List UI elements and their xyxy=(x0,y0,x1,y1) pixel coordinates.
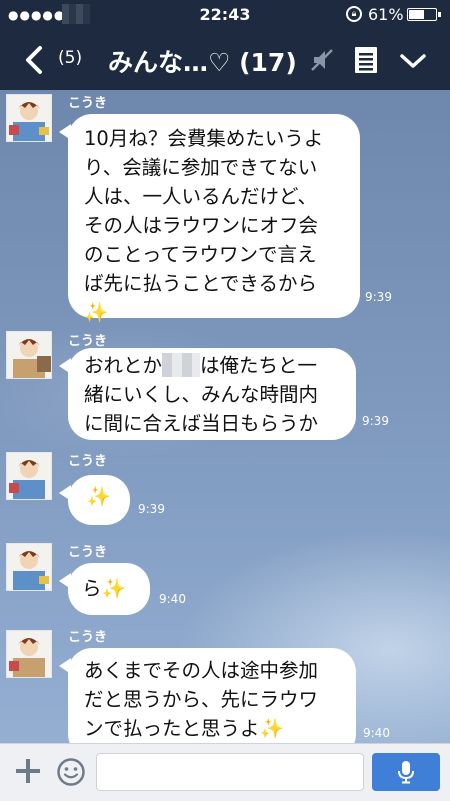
message-time: 9:39 xyxy=(138,502,165,516)
avatar[interactable] xyxy=(6,543,52,591)
back-chevron-icon xyxy=(26,46,42,74)
avatar-image xyxy=(7,332,51,378)
chat-header: (5) みんな…♡ (17) xyxy=(0,30,450,90)
message-bubble[interactable]: ✨ xyxy=(59,475,130,525)
unread-count[interactable]: (5) xyxy=(58,48,82,68)
mute-icon[interactable] xyxy=(308,46,336,74)
back-button[interactable] xyxy=(18,42,54,78)
message-line: 10月ね？会費集めたいうよ xyxy=(84,127,324,150)
battery-icon xyxy=(407,8,441,21)
avatar[interactable] xyxy=(6,94,52,142)
sender-name: こうき xyxy=(68,96,108,111)
battery-percent: 61% xyxy=(368,5,404,24)
message-line: ンで払ったと思うよ✨ xyxy=(84,717,284,740)
sender-name: こうき xyxy=(68,334,108,349)
voice-button[interactable] xyxy=(372,753,440,791)
message-line: あくまでその人は途中参加 xyxy=(84,659,319,682)
message-line: に間に合えば当日もらうか xyxy=(84,412,319,435)
notes-icon[interactable] xyxy=(354,46,378,74)
chevron-down-icon[interactable] xyxy=(399,52,427,70)
message-line: り、会議に参加できてない xyxy=(84,156,318,179)
avatar-image xyxy=(7,453,51,499)
message-line: 人は、一人いるんだけど、 xyxy=(84,185,318,208)
input-bar xyxy=(0,743,450,801)
message-line: ら✨ xyxy=(82,577,126,600)
message-input[interactable] xyxy=(96,753,364,791)
message-bubble[interactable]: ら✨ xyxy=(59,563,150,615)
avatar[interactable] xyxy=(6,331,52,379)
message-time: 9:39 xyxy=(365,290,392,304)
redacted-name xyxy=(162,353,201,377)
message-line: だと思うから、先にラウワ xyxy=(84,688,319,711)
avatar[interactable] xyxy=(6,630,52,678)
sender-name: こうき xyxy=(68,454,108,469)
message-time: 9:40 xyxy=(159,592,186,606)
plus-icon[interactable] xyxy=(14,757,42,785)
message-line: のことってラウワンで言え xyxy=(84,243,317,266)
sender-name: こうき xyxy=(68,545,108,560)
avatar-image xyxy=(7,631,51,677)
sparkle-emoji: ✨ xyxy=(84,301,109,324)
message-line: 緒にいくし、みんな時間内 xyxy=(84,383,319,406)
avatar-image xyxy=(7,95,51,141)
message-bubble[interactable]: 10月ね？会費集めたいうよ り、会議に参加できてない 人は、一人いるんだけど、 … xyxy=(59,114,360,324)
chat-title: みんな…♡ (17) xyxy=(108,48,297,77)
message-line: ば先に払うことできるから xyxy=(84,272,318,295)
rotation-lock-icon: 🔒︎ xyxy=(346,6,362,22)
message-time: 9:39 xyxy=(362,414,389,428)
sparkle-emoji: ✨ xyxy=(86,485,112,508)
avatar-image xyxy=(7,544,51,590)
avatar[interactable] xyxy=(6,452,52,500)
message-bubble[interactable]: おれとか は俺たちと一 緒にいくし、みんな時間内 に間に合えば当日もらうか xyxy=(59,348,356,440)
message-list[interactable]: こうき 10月ね？会費集めたいうよ り、会議に参加できてない 人は、一人いるんだ… xyxy=(0,90,450,743)
microphone-icon xyxy=(398,761,414,784)
message-line: おれとか は俺たちと一 xyxy=(84,351,340,380)
message-text: は俺たちと一 xyxy=(200,354,318,377)
message-bubble[interactable]: あくまでその人は途中参加 だと思うから、先にラウワ ンで払ったと思うよ✨ xyxy=(59,648,356,743)
message-line: その人はラウワンにオフ会 xyxy=(84,214,319,237)
status-bar: ●●●●● 22:43 🔒︎ 61% xyxy=(0,0,450,30)
emoji-icon[interactable] xyxy=(56,757,86,787)
message-text: おれとか xyxy=(84,354,163,377)
message-time: 9:40 xyxy=(363,726,390,740)
sender-name: こうき xyxy=(68,630,108,645)
